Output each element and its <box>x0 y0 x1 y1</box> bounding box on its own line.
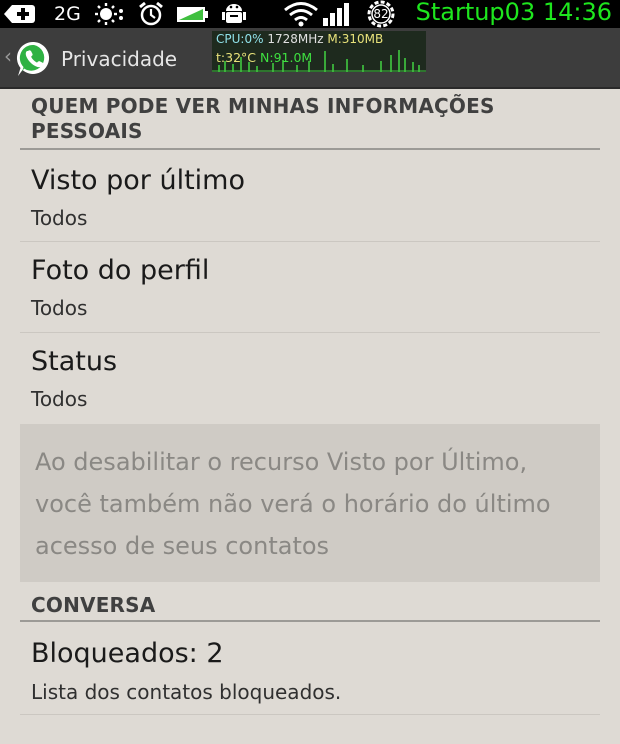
section-divider <box>20 620 600 622</box>
mem-label: M: <box>327 32 342 46</box>
plus-box-icon <box>2 0 42 28</box>
setting-value: Todos <box>31 387 88 411</box>
wifi-icon <box>283 0 319 28</box>
page-title: Privacidade <box>61 47 178 71</box>
monitor-temp-line: t:32°C N:91.0M <box>216 50 312 65</box>
carrier-time: Startup03 14:36 <box>415 0 612 26</box>
alarm-icon <box>137 0 165 28</box>
android-debug-icon <box>221 0 247 28</box>
setting-value: Todos <box>31 206 88 230</box>
brightness-icon <box>93 0 125 28</box>
mem-value: 310MB <box>341 32 384 46</box>
section-header-personal-info: QUEM PODE VER MINHAS INFORMAÇÕES PESSOAI… <box>31 94 495 143</box>
signal-icon <box>322 0 358 28</box>
cpu-label: CPU: <box>216 32 245 46</box>
temp-value: 32°C <box>225 50 257 65</box>
network-type: 2G <box>54 3 81 25</box>
info-note: Ao desabilitar o recurso Visto por Últim… <box>20 424 600 582</box>
setting-title: Foto do perfil <box>31 255 210 286</box>
cpu-value: 0% <box>244 32 264 46</box>
status-bar: 2G 82 Startup03 14:36 <box>0 0 620 28</box>
net-value: 91.0M <box>273 50 313 65</box>
setting-value: Todos <box>31 296 88 320</box>
section-header-conversation: CONVERSA <box>31 593 156 617</box>
action-bar: ‹ Privacidade CPU:0% 1728MHz M:310MB t:3… <box>0 28 620 89</box>
cpu-freq: 1728MHz <box>267 32 324 46</box>
item-divider <box>20 241 600 242</box>
setting-title: Status <box>31 346 118 377</box>
setting-title: Visto por último <box>31 165 245 196</box>
battery-level: 82 <box>373 7 389 21</box>
battery-icon <box>176 0 210 28</box>
setting-title: Bloqueados: 2 <box>31 638 224 669</box>
info-note-text: Ao desabilitar o recurso Visto por Últim… <box>35 448 551 560</box>
section-divider <box>20 148 600 150</box>
whatsapp-icon[interactable] <box>14 39 54 79</box>
temp-label: t: <box>216 50 226 65</box>
monitor-cpu-line: CPU:0% 1728MHz M:310MB <box>216 32 383 46</box>
system-monitor-widget: CPU:0% 1728MHz M:310MB t:32°C N:91.0M <box>212 31 426 72</box>
item-divider <box>20 332 600 333</box>
net-label: N: <box>260 50 274 65</box>
item-divider <box>20 714 600 715</box>
setting-subtitle: Lista dos contatos bloqueados. <box>31 680 342 704</box>
back-chevron-icon[interactable]: ‹ <box>4 44 12 68</box>
